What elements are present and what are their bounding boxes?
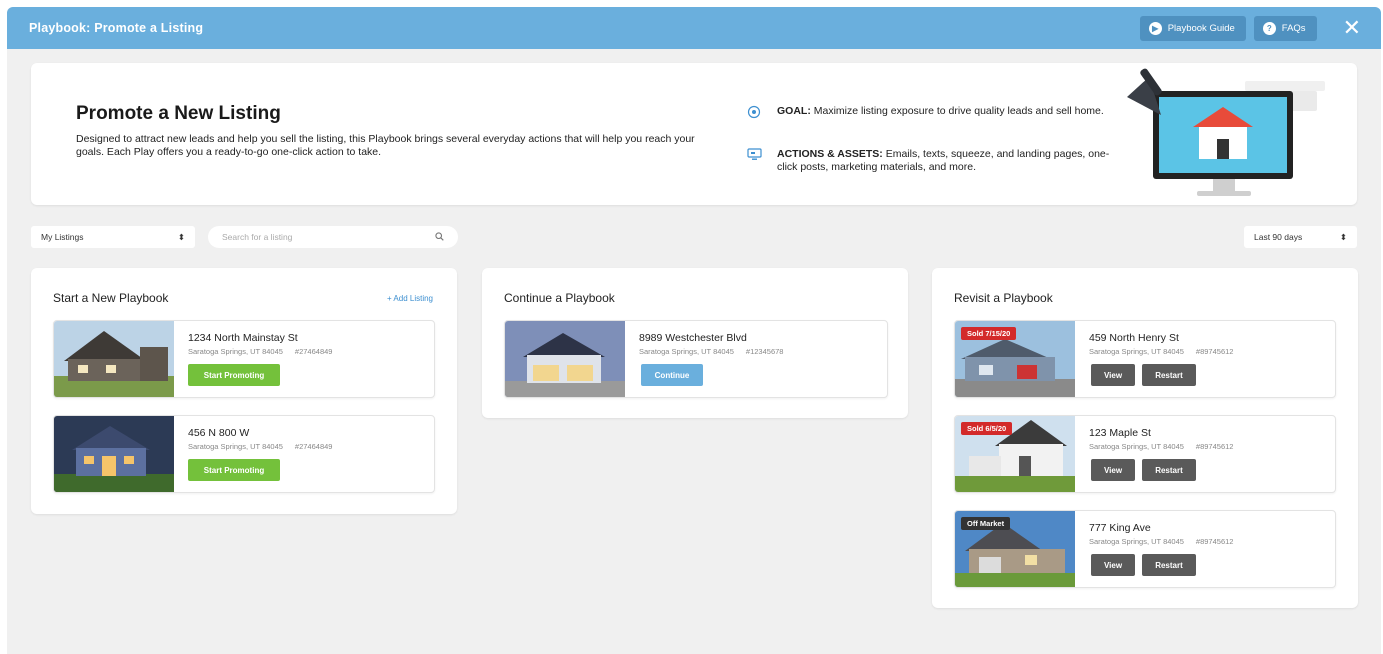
continue-button[interactable]: Continue: [641, 364, 703, 386]
faqs-button[interactable]: ? FAQs: [1253, 15, 1317, 41]
listing-mls: #89745612: [1195, 347, 1234, 356]
view-button[interactable]: View: [1091, 459, 1135, 481]
continue-playbook-panel: Continue a Playbook 8989 Westchester Blv…: [482, 268, 908, 418]
listing-search-input[interactable]: Search for a listing: [208, 226, 458, 248]
house-photo: [54, 416, 174, 492]
listing-card: Sold 7/15/20 459 North Henry St Saratoga…: [954, 320, 1336, 398]
hero-card: Promote a New Listing Designed to attrac…: [31, 63, 1357, 205]
close-icon[interactable]: ✕: [1343, 17, 1361, 39]
goal-description: Maximize listing exposure to drive quali…: [810, 105, 1104, 117]
listing-city: Saratoga Springs, UT 84045: [1089, 537, 1184, 546]
revisit-playbook-panel: Revisit a Playbook Sold 7/15/20 459 Nort…: [932, 268, 1358, 608]
listing-city: Saratoga Springs, UT 84045: [188, 442, 283, 451]
listing-mls: #89745612: [1195, 537, 1234, 546]
listings-select[interactable]: My Listings ⬍: [31, 226, 195, 248]
restart-button[interactable]: Restart: [1142, 364, 1196, 386]
view-button[interactable]: View: [1091, 554, 1135, 576]
date-range-value: Last 90 days: [1254, 232, 1303, 242]
house-photo: [505, 321, 625, 397]
search-placeholder: Search for a listing: [222, 232, 293, 242]
start-promoting-button[interactable]: Start Promoting: [188, 459, 280, 481]
question-icon: ?: [1262, 21, 1276, 35]
sold-badge: Sold 6/5/20: [961, 422, 1013, 435]
listing-city: Saratoga Springs, UT 84045: [188, 347, 283, 356]
listing-city: Saratoga Springs, UT 84045: [1089, 442, 1184, 451]
title-bar: Playbook: Promote a Listing ▶ Playbook G…: [7, 7, 1381, 49]
listing-meta: Saratoga Springs, UT 84045 #89745612: [1089, 537, 1233, 546]
listing-address: 777 King Ave: [1089, 522, 1151, 534]
target-icon: [747, 105, 763, 119]
goal-row: GOAL: Maximize listing exposure to drive…: [747, 105, 1117, 119]
add-listing-link[interactable]: + Add Listing: [387, 294, 433, 303]
goal-text: GOAL: Maximize listing exposure to drive…: [777, 105, 1104, 119]
listing-mls: #12345678: [745, 347, 784, 356]
start-panel-title: Start a New Playbook: [53, 291, 169, 305]
playbook-window: Playbook: Promote a Listing ▶ Playbook G…: [7, 7, 1381, 654]
listing-address: 456 N 800 W: [188, 427, 250, 439]
goal-label: GOAL:: [777, 105, 811, 117]
restart-button[interactable]: Restart: [1142, 459, 1196, 481]
window-title: Playbook: Promote a Listing: [29, 21, 204, 35]
listing-address: 459 North Henry St: [1089, 332, 1179, 344]
select-arrows-icon: ⬍: [177, 231, 185, 242]
house-photo: [54, 321, 174, 397]
select-arrows-icon: ⬍: [1339, 231, 1347, 242]
listing-meta: Saratoga Springs, UT 84045 #12345678: [639, 347, 783, 356]
actions-text: ACTIONS & ASSETS: Emails, texts, squeeze…: [777, 148, 1117, 174]
restart-button[interactable]: Restart: [1142, 554, 1196, 576]
start-promoting-button[interactable]: Start Promoting: [188, 364, 280, 386]
listing-card: Sold 6/5/20 123 Maple St Saratoga Spring…: [954, 415, 1336, 493]
date-range-select[interactable]: Last 90 days ⬍: [1244, 226, 1357, 248]
hero-heading: Promote a New Listing: [76, 103, 281, 124]
listing-mls: #27464849: [294, 442, 333, 451]
search-icon: [435, 231, 444, 243]
hero-description: Designed to attract new leads and help y…: [76, 133, 695, 158]
listing-meta: Saratoga Springs, UT 84045 #27464849: [188, 347, 332, 356]
listing-meta: Saratoga Springs, UT 84045 #89745612: [1089, 347, 1233, 356]
listing-city: Saratoga Springs, UT 84045: [639, 347, 734, 356]
listings-select-value: My Listings: [41, 232, 84, 242]
listing-card: 1234 North Mainstay St Saratoga Springs,…: [53, 320, 435, 398]
listing-card: 8989 Westchester Blvd Saratoga Springs, …: [504, 320, 888, 398]
playbook-guide-label: Playbook Guide: [1167, 22, 1235, 34]
listing-address: 1234 North Mainstay St: [188, 332, 298, 344]
revisit-panel-title: Revisit a Playbook: [954, 291, 1053, 305]
monitor-icon: [747, 148, 763, 162]
listing-mls: #89745612: [1195, 442, 1234, 451]
listing-address: 123 Maple St: [1089, 427, 1151, 439]
listing-card: 456 N 800 W Saratoga Springs, UT 84045 #2…: [53, 415, 435, 493]
sold-badge: Sold 7/15/20: [961, 327, 1017, 340]
megaphone-house-illustration-icon: [1127, 68, 1325, 196]
continue-panel-title: Continue a Playbook: [504, 291, 615, 305]
actions-row: ACTIONS & ASSETS: Emails, texts, squeeze…: [747, 148, 1117, 174]
play-icon: ▶: [1148, 21, 1162, 35]
playbook-guide-button[interactable]: ▶ Playbook Guide: [1139, 15, 1246, 41]
listing-meta: Saratoga Springs, UT 84045 #89745612: [1089, 442, 1233, 451]
faqs-label: FAQs: [1281, 22, 1306, 34]
start-playbook-panel: Start a New Playbook + Add Listing 1234 …: [31, 268, 457, 514]
listing-address: 8989 Westchester Blvd: [639, 332, 747, 344]
listing-card: Off Market 777 King Ave Saratoga Springs…: [954, 510, 1336, 588]
actions-label: ACTIONS & ASSETS:: [777, 148, 883, 160]
listing-city: Saratoga Springs, UT 84045: [1089, 347, 1184, 356]
listing-meta: Saratoga Springs, UT 84045 #27464849: [188, 442, 332, 451]
view-button[interactable]: View: [1091, 364, 1135, 386]
off-market-badge: Off Market: [961, 517, 1011, 530]
listing-mls: #27464849: [294, 347, 333, 356]
filters-bar: My Listings ⬍ Search for a listing Last …: [31, 226, 1357, 248]
